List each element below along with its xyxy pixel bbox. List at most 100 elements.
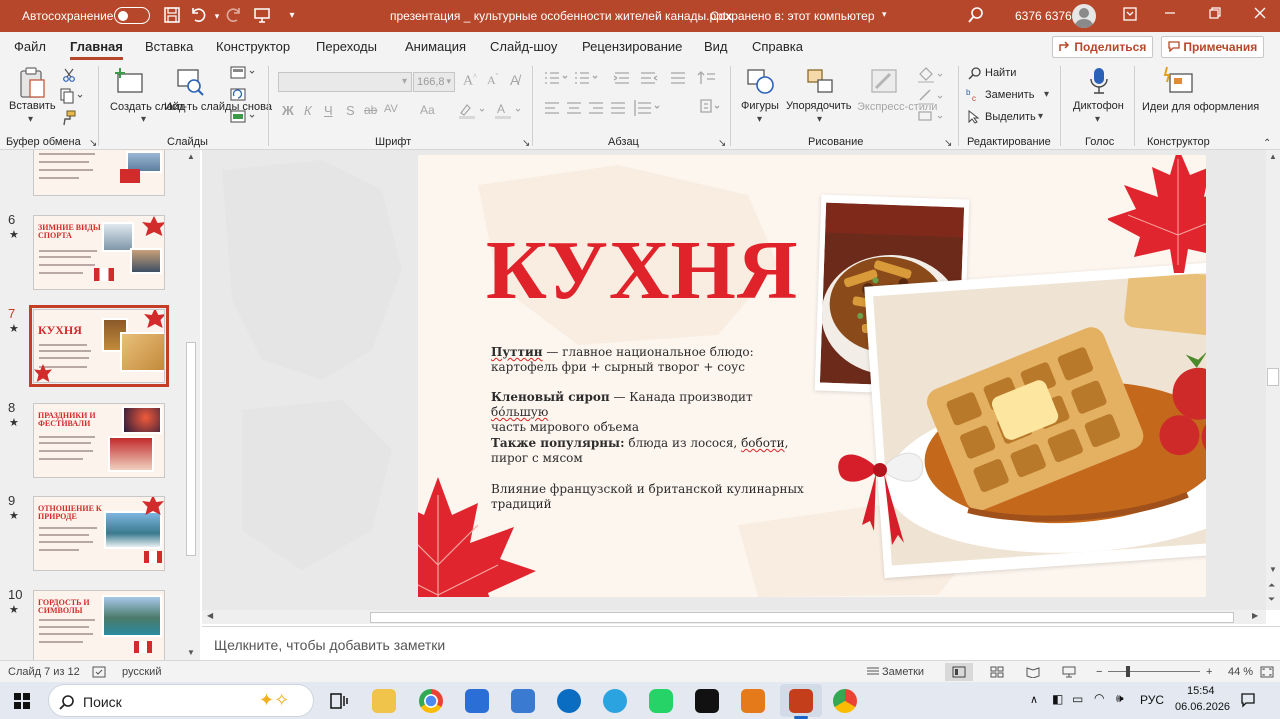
reading-view-icon[interactable] xyxy=(1026,666,1040,681)
battery-icon[interactable]: ▭ xyxy=(1072,692,1083,706)
reuse-slides-button[interactable]: Исп-ть слайды снова xyxy=(164,100,272,114)
task-view-icon[interactable] xyxy=(327,689,351,713)
paragraph-poutine[interactable]: Путтин — главное национальное блюдо: кар… xyxy=(491,345,811,375)
present-from-start-icon[interactable] xyxy=(252,6,272,26)
windows-start-icon[interactable] xyxy=(14,693,30,712)
zoom-slider-handle[interactable] xyxy=(1126,666,1130,677)
paragraph-influence[interactable]: Влияние французской и британской кулинар… xyxy=(491,482,811,512)
notes-toggle-button[interactable]: Заметки xyxy=(882,666,924,678)
paragraph-maple-syrup[interactable]: Кленовый сироп — Канада производит бо́ль… xyxy=(491,390,811,435)
italic-button[interactable]: К xyxy=(304,103,312,118)
chrome-profile-icon[interactable] xyxy=(833,689,857,713)
canvas-scroll-down-icon[interactable]: ▼ xyxy=(1269,565,1277,574)
underline-button[interactable]: Ч xyxy=(324,103,333,118)
microsoft-store-icon[interactable] xyxy=(465,689,489,713)
notes-toggle-icon[interactable] xyxy=(866,666,880,679)
dictate-button[interactable]: Диктофон xyxy=(1073,100,1124,112)
copy-icon[interactable] xyxy=(60,88,84,107)
new-slide-chevron-icon[interactable]: ▾ xyxy=(141,114,146,125)
arrange-button[interactable]: Упорядочить xyxy=(786,100,851,112)
redo-icon[interactable] xyxy=(224,6,244,26)
tray-app-icon[interactable]: ◧ xyxy=(1052,692,1063,706)
sublime-icon[interactable] xyxy=(741,689,765,713)
tab-transitions[interactable]: Переходы xyxy=(316,39,377,54)
thumbnail-scrollbar-thumb[interactable] xyxy=(186,342,196,556)
highlight-icon[interactable] xyxy=(458,102,488,123)
slide-sorter-view-icon[interactable] xyxy=(990,666,1004,681)
grow-font-icon[interactable]: A^ xyxy=(463,72,477,90)
outlook-icon[interactable] xyxy=(557,689,581,713)
tab-slideshow[interactable]: Слайд-шоу xyxy=(490,39,557,54)
clock-date[interactable]: 06.06.2026 xyxy=(1175,701,1230,713)
input-language[interactable]: РУС xyxy=(1140,693,1164,707)
paste-chevron-icon[interactable]: ▾ xyxy=(28,114,33,125)
wifi-icon[interactable]: ◠ xyxy=(1094,691,1104,705)
select-cursor-icon[interactable] xyxy=(968,109,980,127)
slide-thumbnail-8[interactable]: ПРАЗДНИКИ И ФЕСТИВАЛИ xyxy=(33,403,165,478)
designer-button[interactable]: Идеи для оформления xyxy=(1142,100,1259,114)
replace-icon[interactable]: bc xyxy=(966,88,982,105)
zoom-slider[interactable] xyxy=(1108,671,1200,672)
arrange-chevron-icon[interactable]: ▾ xyxy=(817,114,822,125)
reuse-slides-icon[interactable] xyxy=(176,68,206,99)
share-button[interactable]: Поделиться xyxy=(1052,36,1154,58)
fit-to-window-icon[interactable] xyxy=(1260,666,1274,681)
font-launcher-icon[interactable]: ↘ xyxy=(522,138,530,149)
saved-status-chevron-icon[interactable]: ▾ xyxy=(882,9,887,20)
microphone-icon[interactable] xyxy=(1088,66,1110,99)
accessibility-icon[interactable] xyxy=(92,666,106,681)
select-chevron-icon[interactable]: ▾ xyxy=(1038,111,1043,122)
volume-icon[interactable]: 🕪 xyxy=(1116,691,1124,706)
cut-icon[interactable] xyxy=(62,68,76,85)
drawing-launcher-icon[interactable]: ↘ xyxy=(944,138,952,149)
canvas-scroll-right-icon[interactable]: ▶ xyxy=(1252,611,1258,620)
slide-thumbnail-9[interactable]: ОТНОШЕНИЕ К ПРИРОДЕ xyxy=(33,496,165,571)
paragraph-launcher-icon[interactable]: ↘ xyxy=(718,138,726,149)
collapse-ribbon-icon[interactable]: ⌃ xyxy=(1263,138,1271,149)
close-icon[interactable] xyxy=(1250,6,1270,26)
font-name-chevron-icon[interactable]: ▾ xyxy=(402,76,407,87)
notes-pane[interactable]: Щелкните, чтобы добавить заметки xyxy=(202,626,1280,660)
avatar[interactable] xyxy=(1072,4,1096,28)
tab-design[interactable]: Конструктор xyxy=(216,39,290,54)
char-spacing-button[interactable]: AV xyxy=(384,103,398,115)
shapes-button[interactable]: Фигуры xyxy=(741,100,779,112)
shrink-font-icon[interactable]: Aˇ xyxy=(487,72,498,88)
canvas-horizontal-scrollbar-thumb[interactable] xyxy=(370,612,1234,623)
tab-review[interactable]: Рецензирование xyxy=(582,39,682,54)
find-search-icon[interactable] xyxy=(968,66,982,83)
paragraph-also-popular[interactable]: Также популярны: блюда из лосося, боботи… xyxy=(491,436,811,466)
ribbon-display-icon[interactable] xyxy=(1120,6,1140,26)
slide-thumbnail-5[interactable] xyxy=(33,150,165,196)
bold-button[interactable]: Ж xyxy=(282,103,294,118)
paste-button[interactable]: Вставить xyxy=(9,100,56,112)
designer-icon[interactable] xyxy=(1162,66,1194,99)
powerpoint-icon[interactable] xyxy=(789,689,813,713)
select-button[interactable]: Выделить xyxy=(985,111,1036,123)
change-case-button[interactable]: Aa xyxy=(420,103,435,117)
minimize-icon[interactable] xyxy=(1160,6,1180,26)
layout-icon[interactable] xyxy=(230,66,258,83)
new-slide-icon[interactable] xyxy=(114,68,144,97)
search-icon[interactable] xyxy=(966,6,986,26)
tab-file[interactable]: Файл xyxy=(14,39,46,54)
slide-thumbnail-10[interactable]: ГОРДОСТЬ И СИМВОЛЫ xyxy=(33,590,165,660)
slide-thumbnail-7[interactable]: КУХНЯ xyxy=(29,305,169,387)
quick-styles-icon[interactable] xyxy=(870,68,900,99)
clipboard-launcher-icon[interactable]: ↘ xyxy=(89,138,97,149)
new-slide-button[interactable]: Создать слайд xyxy=(110,100,185,114)
tab-help[interactable]: Справка xyxy=(752,39,803,54)
font-name-dropdown[interactable]: ▾ xyxy=(278,72,412,92)
clock-time[interactable]: 15:54 xyxy=(1187,685,1215,697)
zoom-level[interactable]: 44 % xyxy=(1228,666,1253,678)
customize-toolbar-icon[interactable]: ▾ xyxy=(282,6,302,26)
language-indicator[interactable]: русский xyxy=(122,666,161,678)
zoom-out-icon[interactable]: − xyxy=(1096,666,1102,678)
tab-home[interactable]: Главная xyxy=(70,39,123,60)
canvas-scroll-up-icon[interactable]: ▲ xyxy=(1269,152,1277,161)
taskbar-search-box[interactable]: Поиск ✦✧ xyxy=(48,684,314,717)
tab-insert[interactable]: Вставка xyxy=(145,39,193,54)
reset-slide-icon[interactable] xyxy=(230,88,248,105)
app-icon[interactable] xyxy=(511,689,535,713)
thumb-scroll-down-icon[interactable]: ▼ xyxy=(187,648,195,657)
